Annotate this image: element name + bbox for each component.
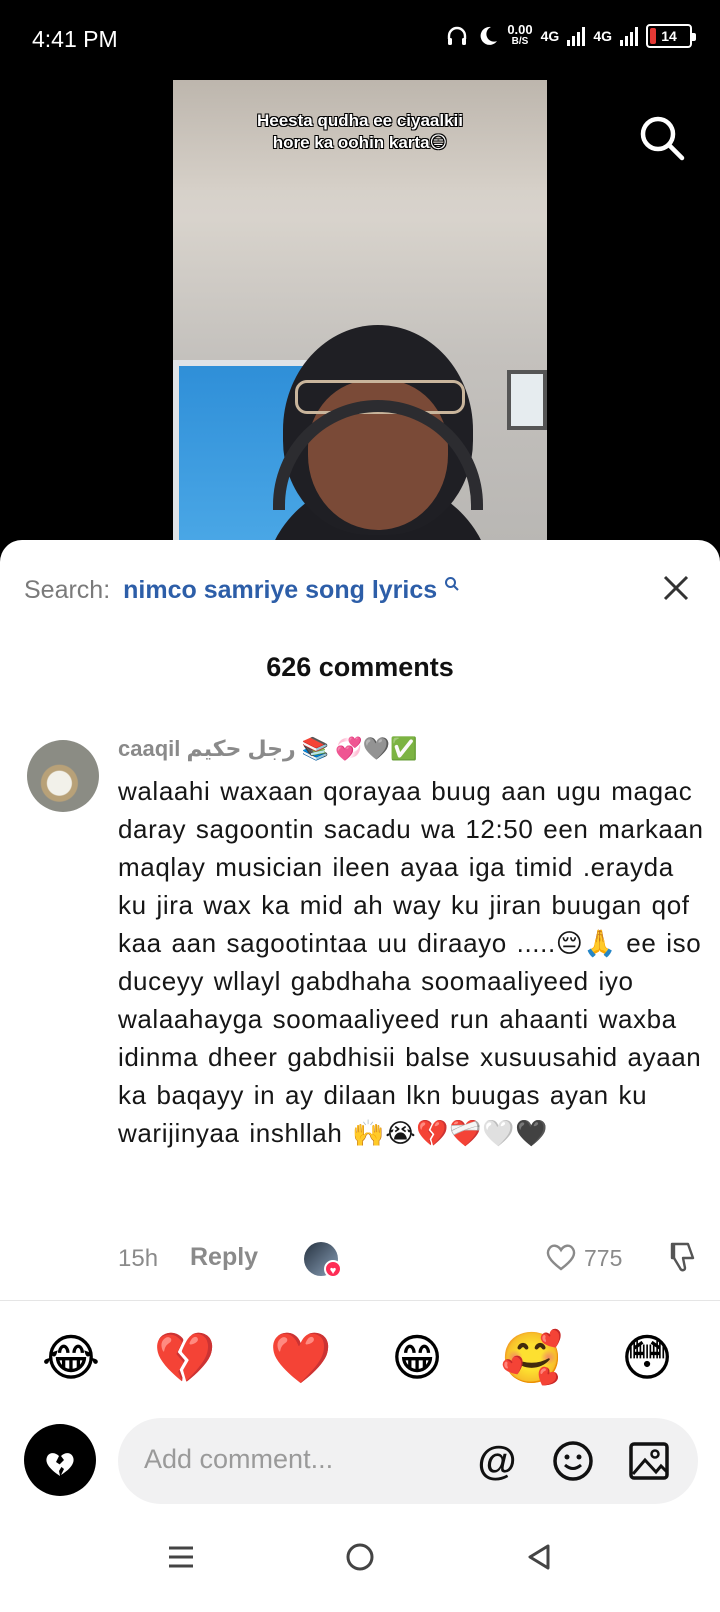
signal-icon [620,26,638,46]
search-suggestion[interactable]: Search: nimco samriye song lyrics [24,576,460,605]
broken-heart-icon [46,1453,74,1476]
comments-sheet: Search: nimco samriye song lyrics 626 co… [0,540,720,1612]
like-count: 775 [584,1245,623,1271]
mention-button[interactable]: @ [474,1438,520,1484]
heart-icon[interactable] [544,1240,578,1274]
close-icon[interactable] [660,572,692,604]
quick-emoji-grin[interactable]: 😁 [382,1328,452,1388]
quick-emoji-heart[interactable]: ❤️ [266,1328,336,1388]
search-query-link[interactable]: nimco samriye song lyrics [123,576,437,604]
search-icon[interactable] [636,112,690,166]
comment-placeholder: Add comment... [144,1444,334,1474]
image-icon[interactable] [626,1438,672,1484]
user-avatar[interactable] [24,1424,96,1496]
video-player[interactable]: Heesta qudha ee ciyaalkii hore ka oohin … [173,80,547,542]
caption-line-1: Heesta qudha ee ciyaalkii [257,111,463,130]
moon-icon [480,26,498,45]
caption-line-2: hore ka oohin karta😑 [272,133,448,152]
search-query-icon [445,577,459,591]
battery-icon: 14 [646,24,696,48]
home-icon[interactable] [345,1542,375,1572]
comment-count: 626 comments [266,652,454,682]
status-bar: 4:41 PM 0.00 B/S 4G 4G 14 [0,0,720,80]
comment-compose: Add comment... @ [0,1410,720,1520]
net-speed-value: 0.00 [507,22,533,37]
network-type-2: 4G [593,28,612,44]
emoji-icon[interactable] [550,1438,596,1484]
comment-meta: 15h Reply ♥ 775 [118,1238,698,1278]
video-caption: Heesta qudha ee ciyaalkii hore ka oohin … [173,110,547,154]
quick-emoji-laugh[interactable]: 😂 [36,1328,106,1388]
reply-button[interactable]: Reply [190,1243,258,1272]
comment-username[interactable]: caaqil رجل حكيم 📚 💞🩶✅ [118,736,417,762]
quick-emoji-bar: 😂 💔 ❤️ 😁 🥰 😳 [0,1328,720,1408]
net-speed: 0.00 B/S [507,22,533,48]
status-time: 4:41 PM [32,26,118,52]
comment-text: walaahi waxaan qorayaa buug aan ugu maga… [118,776,704,1148]
signal-icon [567,26,586,46]
divider [0,1300,720,1301]
quick-emoji-broken-heart[interactable]: 💔 [150,1328,220,1388]
quick-emoji-love[interactable]: 🥰 [497,1328,567,1388]
system-nav-bar [0,1512,720,1612]
heart-icon: ♥ [324,1260,342,1278]
comment-time: 15h [118,1245,159,1272]
net-speed-unit: B/S [511,36,529,47]
battery-level: 14 [661,28,677,44]
avatar[interactable] [27,740,99,812]
back-icon[interactable] [524,1542,554,1572]
add-comment-input[interactable]: Add comment... @ [118,1418,698,1504]
status-icons: 0.00 B/S 4G 4G 14 [445,22,696,48]
dislike-icon[interactable] [664,1240,698,1274]
network-type-1: 4G [540,28,560,44]
menu-icon[interactable] [166,1542,196,1572]
quick-emoji-flushed[interactable]: 😳 [612,1328,682,1388]
search-label: Search: [24,576,111,604]
headphones-icon [448,26,467,45]
creator-liked-badge: ♥ [304,1242,342,1278]
